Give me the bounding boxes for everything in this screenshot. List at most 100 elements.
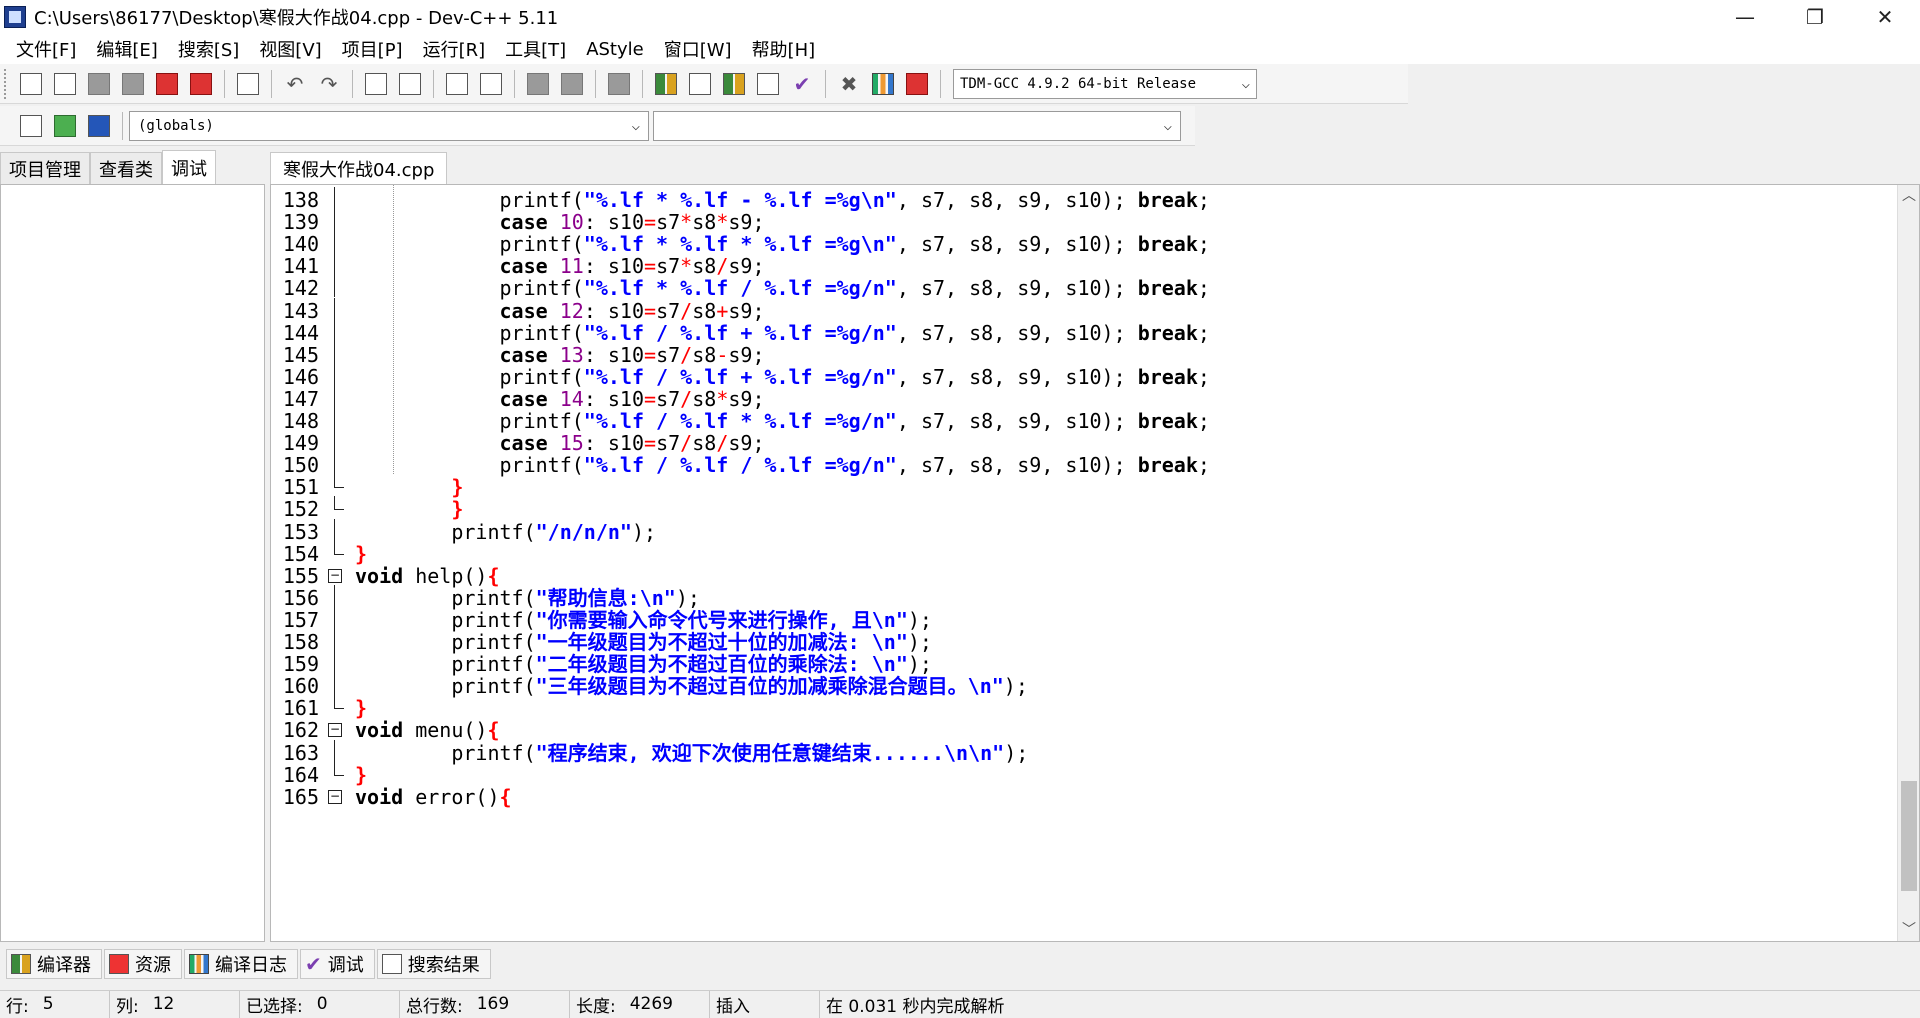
code-token: ; <box>1197 232 1210 257</box>
compile-button[interactable] <box>651 69 681 99</box>
open-button[interactable] <box>50 69 80 99</box>
menu-edit[interactable]: 编辑[E] <box>86 36 167 62</box>
fold-collapse-icon[interactable]: − <box>328 568 342 583</box>
close-all-icon <box>190 72 212 95</box>
fold-end-marker <box>334 695 344 710</box>
code-editor[interactable]: 138 139 140 141 142 143 144 145 146 147 148 149 150 1… <box>270 184 1920 942</box>
add-to-project-button[interactable] <box>50 111 80 141</box>
toolbar-separator <box>122 111 123 140</box>
chevron-down-icon: ⌵ <box>1241 75 1250 92</box>
new-project-button[interactable] <box>16 111 46 141</box>
code-token: , s7, s8, s9, s10); <box>896 409 1138 433</box>
tab-project-manager[interactable]: 项目管理 <box>0 152 90 184</box>
code-token: "程序结束, 欢迎下次使用任意键结束......\n\n" <box>535 740 1005 765</box>
compiler-icon <box>11 954 31 974</box>
code-area[interactable]: printf("%.lf * %.lf - %.lf =%g\n", s7, s… <box>355 185 1889 941</box>
menu-tools[interactable]: 工具[T] <box>495 36 576 62</box>
unindent-button[interactable] <box>476 69 506 99</box>
tab-debug-output[interactable]: ✔ 调试 <box>300 949 375 979</box>
scroll-down-icon[interactable]: ﹀ <box>1898 919 1919 941</box>
close-file-button[interactable] <box>152 69 182 99</box>
fold-line <box>334 651 335 674</box>
close-button[interactable]: ✕ <box>1850 0 1920 34</box>
code-token: , s7, s8, s9, s10); <box>896 232 1138 257</box>
scrollbar-thumb[interactable] <box>1901 781 1917 891</box>
status-col-value: 12 <box>152 994 175 1014</box>
status-total-label: 总行数: <box>406 996 463 1017</box>
code-token: break <box>1137 409 1198 433</box>
fold-end-marker <box>334 540 344 555</box>
menu-run[interactable]: 运行[R] <box>413 36 496 62</box>
checkmark-icon: ✔ <box>793 71 811 96</box>
remove-from-project-button[interactable] <box>84 111 114 141</box>
code-token: , s7, s8, s9, s10); <box>896 453 1138 478</box>
tab-compile-log[interactable]: 编译日志 <box>184 949 298 979</box>
restore-button[interactable]: ❐ <box>1780 0 1850 34</box>
replace-button[interactable] <box>395 69 425 99</box>
compiler-select[interactable]: TDM-GCC 4.9.2 64-bit Release ⌵ <box>953 68 1257 99</box>
editor-tab-file[interactable]: 寒假大作战04.cpp <box>270 152 448 184</box>
run-button[interactable] <box>685 69 715 99</box>
replace-icon <box>399 72 421 95</box>
undo-button[interactable]: ↶ <box>280 69 310 99</box>
menu-search[interactable]: 搜索[S] <box>168 36 249 62</box>
code-line[interactable]: printf("三年级题目为不超过百位的加减乘除混合题目。\n"); <box>355 673 1028 700</box>
fold-collapse-icon[interactable]: − <box>328 723 342 738</box>
status-col: 列: 12 <box>110 990 240 1018</box>
print-button[interactable] <box>233 69 263 99</box>
code-line[interactable]: printf("程序结束, 欢迎下次使用任意键结束......\n\n"); <box>355 740 1028 767</box>
code-line[interactable]: printf("%.lf / %.lf / %.lf =%g/n", s7, s… <box>355 452 1209 479</box>
code-token: break <box>1137 276 1198 301</box>
fold-collapse-icon[interactable]: − <box>328 789 342 804</box>
clean-button[interactable]: ✖ <box>834 69 864 99</box>
compile-log-icon <box>189 954 209 974</box>
tab-search-results-label: 搜索结果 <box>407 955 480 976</box>
find-icon <box>365 72 387 95</box>
delete-profile-button[interactable] <box>902 69 932 99</box>
line-number: 165 <box>282 784 319 809</box>
toolbar-separator <box>825 69 826 98</box>
menu-astyle[interactable]: AStyle <box>576 39 654 60</box>
tab-debug[interactable]: 调试 <box>162 150 216 184</box>
save-all-button[interactable] <box>118 69 148 99</box>
redo-button[interactable]: ↷ <box>314 69 344 99</box>
tab-resources[interactable]: 资源 <box>104 949 182 979</box>
menu-project[interactable]: 项目[P] <box>332 36 413 62</box>
code-token: , s7, s8, s9, s10); <box>896 320 1138 345</box>
code-token: "三年级题目为不超过百位的加减乘除混合题目。\n" <box>535 674 1004 699</box>
code-token: break <box>1137 320 1198 345</box>
menu-window[interactable]: 窗口[W] <box>654 36 742 62</box>
status-col-label: 列: <box>116 996 139 1017</box>
profile-button[interactable] <box>868 69 898 99</box>
find-button[interactable] <box>361 69 391 99</box>
menu-view[interactable]: 视图[V] <box>249 36 331 62</box>
menu-file[interactable]: 文件[F] <box>6 36 86 62</box>
fold-line <box>334 452 335 475</box>
tab-compiler[interactable]: 编译器 <box>6 949 102 979</box>
scroll-up-icon[interactable]: ︿ <box>1898 185 1919 207</box>
code-token: ; <box>1197 364 1210 389</box>
tab-class-browser[interactable]: 查看类 <box>90 152 162 184</box>
new-file-button[interactable] <box>16 69 46 99</box>
indent-button[interactable] <box>442 69 472 99</box>
code-line[interactable]: void error(){ <box>355 784 512 811</box>
rebuild-button[interactable] <box>753 69 783 99</box>
tab-search-results[interactable]: 搜索结果 <box>376 949 491 979</box>
code-line[interactable]: printf("/n/n/n"); <box>355 519 656 546</box>
member-select[interactable]: ⌵ <box>653 110 1181 141</box>
goto-prev-button[interactable] <box>523 69 553 99</box>
minimize-button[interactable]: — <box>1710 0 1780 34</box>
save-button[interactable] <box>84 69 114 99</box>
run-window-icon <box>689 72 711 95</box>
vertical-scrollbar[interactable]: ︿ ﹀ <box>1897 185 1919 941</box>
close-all-button[interactable] <box>186 69 216 99</box>
stop-button[interactable] <box>604 69 634 99</box>
menu-help[interactable]: 帮助[H] <box>742 36 826 62</box>
toolbar-grip[interactable] <box>4 68 10 99</box>
scope-select[interactable]: (globals) ⌵ <box>129 110 649 141</box>
compile-icon <box>655 72 677 95</box>
compile-run-button[interactable] <box>719 69 749 99</box>
goto-next-button[interactable] <box>557 69 587 99</box>
arrow-left-icon <box>527 72 549 95</box>
syntax-check-button[interactable]: ✔ <box>787 69 817 99</box>
